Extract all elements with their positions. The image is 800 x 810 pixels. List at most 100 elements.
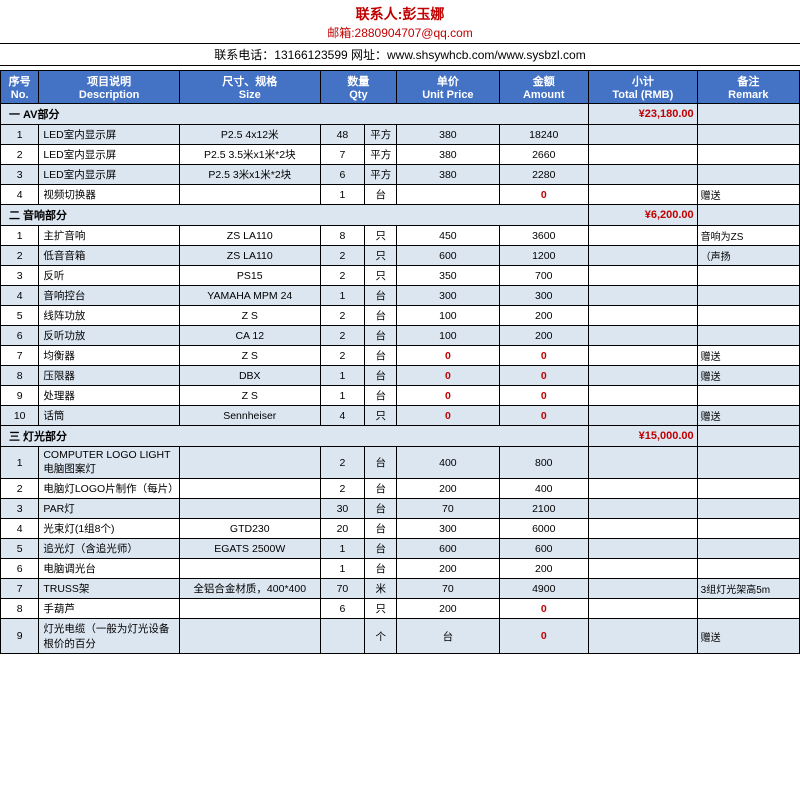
cell-amount: 0 [499,599,588,619]
cell-unit: 只 [365,406,397,426]
cell-no: 7 [1,346,39,366]
section-header-2: 三 灯光部分 ¥15,000.00 [1,426,800,447]
cell-size: EGATS 2500W [179,539,320,559]
cell-no: 9 [1,619,39,654]
cell-price: 380 [397,145,499,165]
cell-total [589,386,698,406]
cell-price [397,185,499,205]
cell-price: 0 [397,406,499,426]
cell-price: 380 [397,165,499,185]
cell-desc: 话筒 [39,406,180,426]
cell-no: 4 [1,185,39,205]
cell-remark [697,145,799,165]
cell-desc: 压限器 [39,366,180,386]
cell-desc: 低音音箱 [39,246,180,266]
cell-amount: 200 [499,306,588,326]
table-row: 3 LED室内显示屏 P2.5 3米x1米*2块 6 平方 380 2280 [1,165,800,185]
cell-amount: 400 [499,479,588,499]
cell-no: 5 [1,306,39,326]
cell-amount: 4900 [499,579,588,599]
cell-remark [697,519,799,539]
cell-desc: 主扩音响 [39,226,180,246]
cell-no: 6 [1,326,39,346]
section-total: ¥23,180.00 [589,104,698,125]
cell-qty: 2 [320,447,365,479]
cell-price: 200 [397,479,499,499]
cell-qty [320,619,365,654]
table-row: 8 压限器 DBX 1 台 0 0 赠送 [1,366,800,386]
cell-total [589,539,698,559]
cell-amount: 0 [499,406,588,426]
section-total: ¥15,000.00 [589,426,698,447]
cell-desc: 线阵功放 [39,306,180,326]
cell-amount: 2660 [499,145,588,165]
table-row: 8 手葫芦 6 只 200 0 [1,599,800,619]
cell-amount: 0 [499,185,588,205]
cell-desc: LED室内显示屏 [39,145,180,165]
cell-desc: 电脑调光台 [39,559,180,579]
cell-unit: 台 [365,447,397,479]
cell-unit: 台 [365,286,397,306]
table-row: 4 视频切换器 1 台 0 赠送 [1,185,800,205]
cell-total [589,447,698,479]
cell-remark [697,559,799,579]
table-row: 1 COMPUTER LOGO LIGHT电脑图案灯 2 台 400 800 [1,447,800,479]
cell-remark: 赠送 [697,366,799,386]
cell-desc: LED室内显示屏 [39,165,180,185]
cell-no: 9 [1,386,39,406]
cell-size [179,185,320,205]
cell-size: Z S [179,386,320,406]
cell-remark [697,125,799,145]
cell-total [589,406,698,426]
cell-amount: 700 [499,266,588,286]
page-header: 联系人:彭玉娜 邮箱:2880904707@qq.com 联系电话：131661… [0,0,800,70]
cell-total [589,366,698,386]
cell-total [589,185,698,205]
cell-remark: （声扬 [697,246,799,266]
table-row: 2 电脑灯LOGO片制作（每片） 2 台 200 400 [1,479,800,499]
table-row: 4 光束灯(1组8个) GTD230 20 台 300 6000 [1,519,800,539]
cell-no: 3 [1,499,39,519]
cell-qty: 30 [320,499,365,519]
table-row: 2 LED室内显示屏 P2.5 3.5米x1米*2块 7 平方 380 2660 [1,145,800,165]
cell-price: 200 [397,559,499,579]
section-total: ¥6,200.00 [589,205,698,226]
cell-size: P2.5 3米x1米*2块 [179,165,320,185]
table-row: 2 低音音箱 ZS LA110 2 只 600 1200 （声扬 [1,246,800,266]
cell-size: ZS LA110 [179,226,320,246]
cell-unit: 米 [365,579,397,599]
cell-unit: 平方 [365,125,397,145]
cell-qty: 1 [320,539,365,559]
cell-unit: 只 [365,266,397,286]
cell-size [179,479,320,499]
section-header-1: 二 音响部分 ¥6,200.00 [1,205,800,226]
table-row: 9 处理器 Z S 1 台 0 0 [1,386,800,406]
cell-total [589,226,698,246]
cell-qty: 2 [320,246,365,266]
cell-total [589,306,698,326]
cell-total [589,599,698,619]
cell-total [589,479,698,499]
cell-size: PS15 [179,266,320,286]
cell-no: 5 [1,539,39,559]
cell-remark [697,599,799,619]
cell-price: 350 [397,266,499,286]
table-row: 3 PAR灯 30 台 70 2100 [1,499,800,519]
section-header-0: 一 AV部分 ¥23,180.00 [1,104,800,125]
th-total: 小计Total (RMB) [589,71,698,104]
cell-total [589,619,698,654]
cell-no: 4 [1,519,39,539]
cell-amount: 1200 [499,246,588,266]
cell-qty: 2 [320,326,365,346]
cell-desc: 追光灯（含追光师） [39,539,180,559]
cell-size: P2.5 4x12米 [179,125,320,145]
cell-amount: 6000 [499,519,588,539]
cell-amount: 0 [499,386,588,406]
cell-qty: 4 [320,406,365,426]
cell-amount: 2100 [499,499,588,519]
cell-unit: 台 [365,386,397,406]
cell-desc: LED室内显示屏 [39,125,180,145]
cell-price: 70 [397,499,499,519]
table-header: 序号No. 项目说明Description 尺寸、规格Size 数量Qty 单价… [1,71,800,104]
cell-size [179,599,320,619]
